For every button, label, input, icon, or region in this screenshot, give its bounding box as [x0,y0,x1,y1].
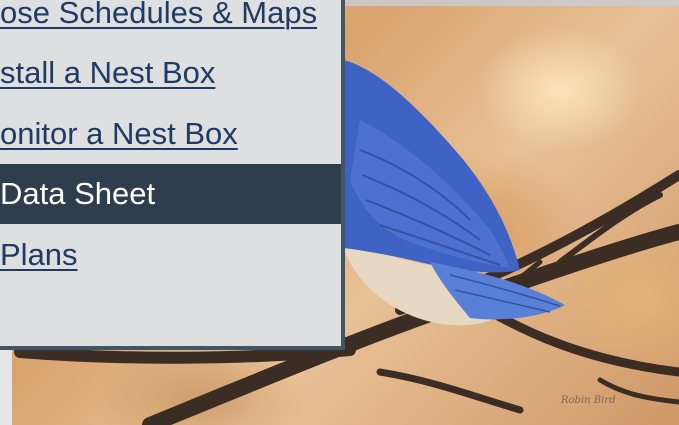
menu-item-label: Plans [0,237,78,272]
photographer-signature: Robin Bird [561,395,616,406]
menu-item-label: onitor a Nest Box [0,116,238,151]
menu-item-label: ose Schedules & Maps [0,0,318,30]
dropdown-menu: ose Schedules & Maps stall a Nest Box on… [0,0,345,350]
menu-item-schedules-maps[interactable]: ose Schedules & Maps [0,0,341,43]
menu-item-data-sheet[interactable]: Data Sheet [0,164,341,224]
menu-item-install-nest-box[interactable]: stall a Nest Box [0,43,341,103]
menu-item-monitor-nest-box[interactable]: onitor a Nest Box [0,104,341,164]
page: ose Schedules & Maps stall a Nest Box on… [0,0,679,425]
menu-item-label: Data Sheet [0,176,156,211]
menu-item-label: stall a Nest Box [0,55,216,90]
left-edge-panel [0,348,12,425]
menu-item-plans[interactable]: Plans [0,225,341,285]
